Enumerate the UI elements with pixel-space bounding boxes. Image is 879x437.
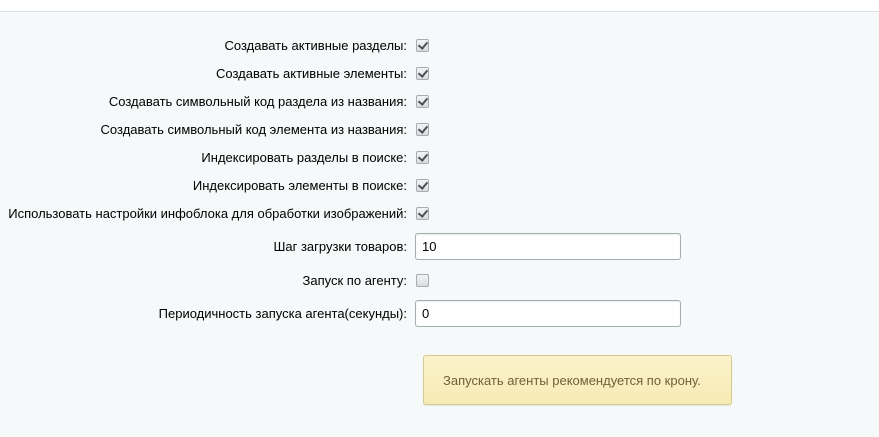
setting-row-step: Шаг загрузки товаров: bbox=[0, 233, 879, 260]
setting-row-element-code: Создавать символьный код элемента из наз… bbox=[0, 120, 879, 138]
setting-label: Создавать символьный код элемента из наз… bbox=[100, 121, 407, 137]
cron-note-text: Запускать агенты рекомендуется по крону. bbox=[443, 372, 701, 388]
setting-label: Шаг загрузки товаров: bbox=[273, 239, 407, 254]
setting-row-index-elements: Индексировать элементы в поиске: bbox=[0, 176, 879, 194]
index-elements-checkbox[interactable] bbox=[416, 178, 429, 192]
setting-row-section-code: Создавать символьный код раздела из назв… bbox=[0, 92, 879, 110]
section-code-checkbox[interactable] bbox=[416, 94, 429, 108]
setting-label: Создавать символьный код раздела из назв… bbox=[108, 93, 407, 109]
setting-row-index-sections: Индексировать разделы в поиске: bbox=[0, 148, 879, 166]
setting-label: Создавать активные элементы: bbox=[216, 65, 407, 81]
setting-label: Индексировать разделы в поиске: bbox=[201, 149, 407, 165]
settings-page: Создавать активные разделы: Создавать ак… bbox=[0, 0, 879, 437]
step-input[interactable] bbox=[415, 233, 681, 260]
index-sections-checkbox[interactable] bbox=[416, 150, 429, 164]
setting-row-agent: Запуск по агенту: bbox=[0, 271, 879, 289]
image-settings-checkbox[interactable] bbox=[416, 206, 429, 220]
setting-label: Создавать активные разделы: bbox=[224, 37, 407, 53]
period-input[interactable] bbox=[415, 300, 681, 327]
setting-label: Периодичность запуска агента(секунды): bbox=[158, 306, 407, 321]
active-sections-checkbox[interactable] bbox=[416, 38, 429, 52]
setting-label: Индексировать элементы в поиске: bbox=[192, 177, 407, 193]
cron-note: Запускать агенты рекомендуется по крону. bbox=[423, 355, 732, 405]
agent-checkbox[interactable] bbox=[416, 273, 429, 287]
setting-row-period: Периодичность запуска агента(секунды): bbox=[0, 300, 879, 327]
setting-row-image-settings: Использовать настройки инфоблока для обр… bbox=[0, 204, 879, 222]
setting-row-active-sections: Создавать активные разделы: bbox=[0, 36, 879, 54]
setting-label: Использовать настройки инфоблока для обр… bbox=[8, 205, 407, 221]
top-divider bbox=[0, 0, 879, 12]
setting-row-active-elements: Создавать активные элементы: bbox=[0, 64, 879, 82]
element-code-checkbox[interactable] bbox=[416, 122, 429, 136]
setting-label: Запуск по агенту: bbox=[302, 272, 407, 288]
active-elements-checkbox[interactable] bbox=[416, 66, 429, 80]
